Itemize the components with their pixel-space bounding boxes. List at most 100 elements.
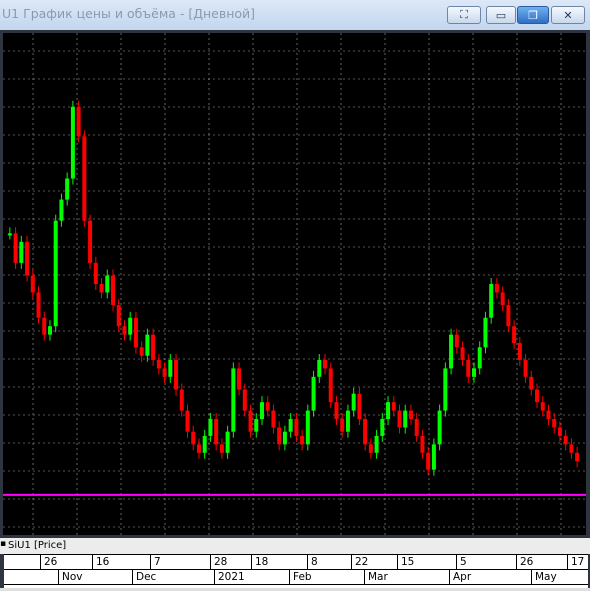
tools-icon: ⛶	[460, 8, 468, 21]
candle	[30, 275, 35, 293]
candle	[443, 368, 448, 411]
candle	[288, 419, 293, 432]
candle	[374, 435, 379, 453]
close-button[interactable]: ✕	[551, 6, 585, 24]
minimize-button[interactable]: ▭	[486, 6, 516, 24]
month-tick: May	[531, 570, 557, 584]
maximize-icon: ❐	[528, 8, 538, 22]
month-tick-row: Nov Dec 2021 Feb Mar Apr May	[4, 570, 588, 585]
candle	[546, 410, 551, 420]
candle	[151, 334, 156, 360]
instrument-status: ▪ SiU1 [Price]	[0, 538, 590, 554]
candle	[323, 359, 328, 369]
day-tick: 15	[397, 555, 414, 569]
candle	[466, 359, 471, 377]
close-icon: ✕	[563, 8, 573, 22]
candle	[105, 275, 110, 293]
candle	[563, 435, 568, 445]
candle	[128, 317, 133, 335]
price-chart[interactable]	[3, 33, 586, 535]
candle	[368, 444, 373, 453]
candle	[133, 317, 138, 348]
candle	[517, 343, 522, 360]
candle	[88, 220, 93, 263]
candle	[25, 241, 30, 276]
candle	[512, 326, 517, 344]
candle	[93, 262, 98, 284]
candle	[179, 389, 184, 411]
candle	[363, 419, 368, 445]
candle	[477, 347, 482, 369]
candle	[449, 334, 454, 369]
candle	[7, 233, 12, 236]
candle	[282, 431, 287, 445]
candle	[426, 452, 431, 470]
day-tick: 26	[40, 555, 57, 569]
candle	[82, 136, 87, 221]
candle	[334, 402, 339, 420]
day-tick: 16	[92, 555, 109, 569]
month-tick: Feb	[289, 570, 312, 584]
candle	[380, 419, 385, 436]
candle	[403, 410, 408, 428]
candle	[471, 368, 476, 377]
candle	[254, 419, 259, 432]
candle	[53, 220, 58, 327]
candle	[139, 347, 144, 356]
candle	[351, 393, 356, 411]
candle	[185, 410, 190, 432]
candle	[111, 275, 116, 306]
candle	[569, 444, 574, 453]
candle	[99, 284, 104, 293]
chart-canvas[interactable]	[3, 33, 586, 535]
tools-button[interactable]: ⛶	[447, 6, 481, 24]
window-titlebar: U1 График цены и объёма - [Дневной] ⛶ ▭ …	[0, 0, 590, 30]
bullet-icon: ▪	[0, 539, 7, 549]
day-tick: 5	[456, 555, 467, 569]
candle	[311, 376, 316, 411]
candle	[391, 402, 396, 411]
candle	[36, 292, 41, 318]
candle	[397, 410, 402, 428]
month-tick: Apr	[449, 570, 471, 584]
candle	[191, 431, 196, 445]
candle	[506, 305, 511, 327]
day-tick: 7	[150, 555, 161, 569]
day-tick: 26	[516, 555, 533, 569]
instrument-label: SiU1 [Price]	[8, 540, 67, 551]
candle	[248, 410, 253, 432]
day-tick: 28	[210, 555, 227, 569]
candle	[500, 292, 505, 306]
month-tick: Mar	[364, 570, 388, 584]
candle	[219, 444, 224, 453]
candle	[271, 410, 276, 428]
candle	[145, 334, 150, 356]
candle	[214, 419, 219, 445]
candle	[557, 427, 562, 436]
candle	[414, 419, 419, 436]
month-tick: Dec	[132, 570, 156, 584]
candle	[19, 241, 24, 263]
candle	[431, 444, 436, 470]
candle	[76, 106, 81, 137]
candle	[116, 305, 121, 327]
month-tick: Nov	[58, 570, 83, 584]
candle	[231, 368, 236, 432]
candle	[460, 347, 465, 360]
candle	[300, 435, 305, 445]
candle	[437, 410, 442, 445]
candle	[42, 317, 47, 335]
candle	[494, 284, 499, 293]
candle	[489, 284, 494, 318]
candle	[208, 419, 213, 436]
candle	[259, 402, 264, 420]
candle	[196, 444, 201, 453]
candle	[357, 393, 362, 420]
candle	[162, 368, 167, 377]
day-tick: 8	[307, 555, 318, 569]
candle	[174, 359, 179, 390]
candle	[535, 389, 540, 403]
candle	[575, 452, 580, 462]
maximize-button[interactable]: ❐	[517, 6, 549, 24]
candle	[305, 410, 310, 445]
